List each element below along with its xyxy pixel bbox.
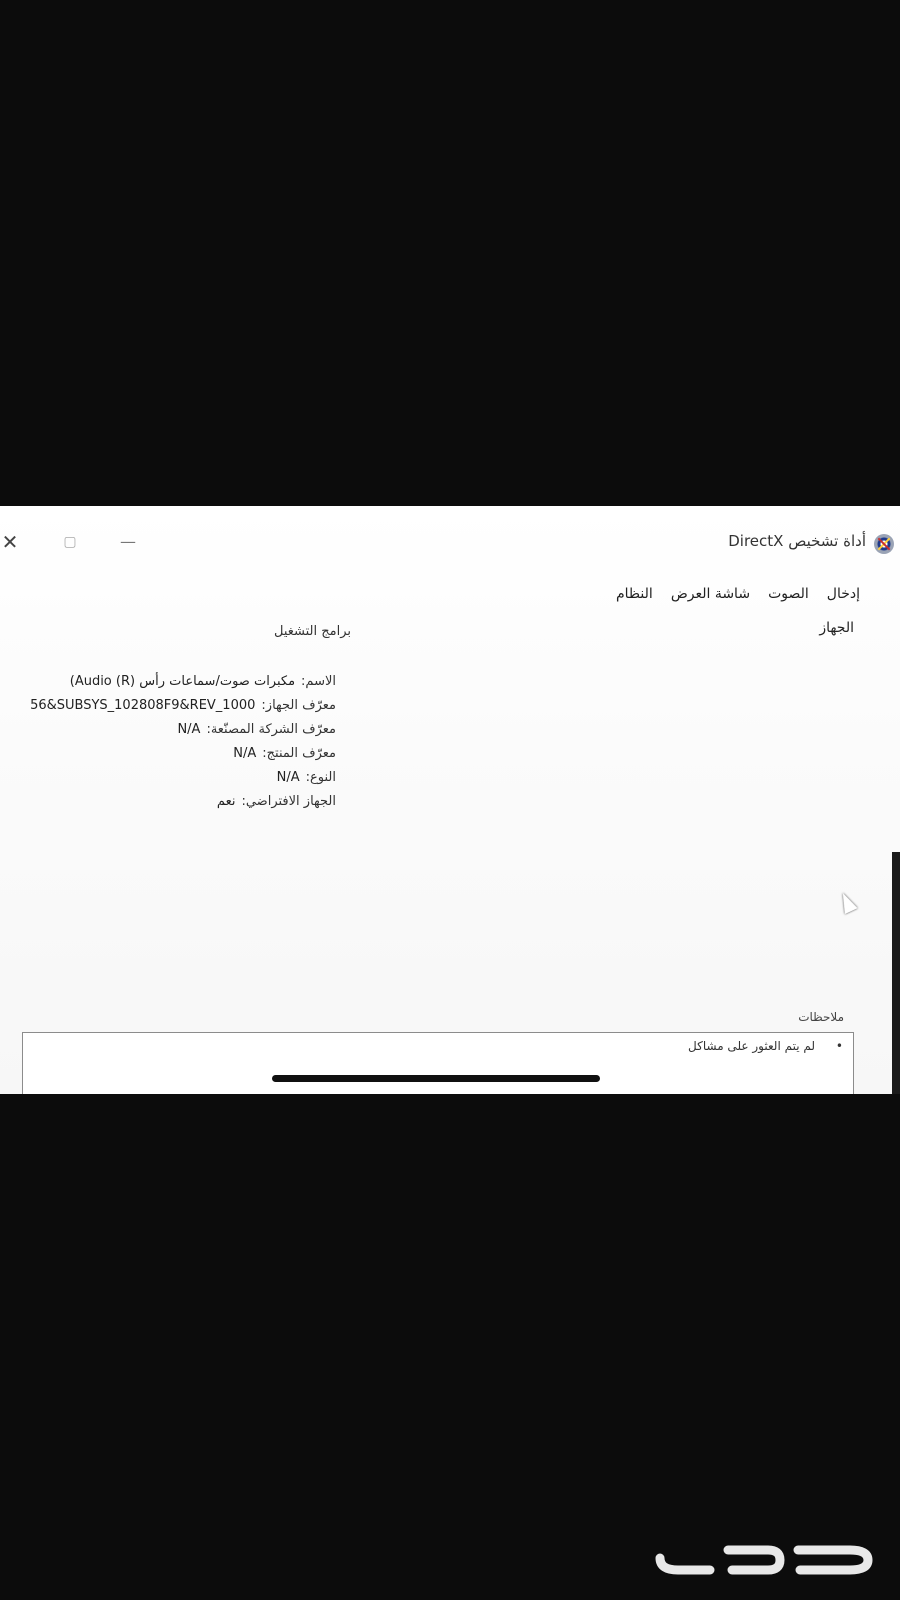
info-row-product-id: معرّف المنتج: N/A <box>0 746 336 770</box>
window-title: أداة تشخيص DirectX <box>728 532 866 550</box>
info-label: الجهاز الافتراضي: <box>241 794 336 809</box>
title-bar: أداة تشخيص DirectX ✕ ▢ — <box>0 528 900 568</box>
info-row-device-id: معرّف الجهاز: 56&SUBSYS_102808F9&REV_100… <box>0 698 336 722</box>
section-drivers-heading: برامج التشغيل <box>274 624 352 639</box>
tab-input[interactable]: إدخال <box>827 586 860 610</box>
info-value: مكبرات صوت/سماعات رأس (R) Audio) <box>69 674 296 689</box>
info-label: النوع: <box>305 770 336 785</box>
notes-label: ملاحظات <box>798 1010 844 1024</box>
directx-icon <box>874 534 894 554</box>
tab-strip: النظام شاشة العرض الصوت إدخال <box>616 586 860 610</box>
info-value: N/A <box>276 770 300 785</box>
haraj-watermark-logo <box>655 1545 873 1575</box>
screen-photo: أداة تشخيص DirectX ✕ ▢ — النظام شاشة الع… <box>0 506 900 1094</box>
info-row-name: الاسم: مكبرات صوت/سماعات رأس (R) Audio) <box>0 674 336 698</box>
minimize-icon[interactable]: — <box>116 530 140 554</box>
info-label: الاسم: <box>301 674 336 689</box>
tab-display[interactable]: شاشة العرض <box>671 586 750 610</box>
home-indicator[interactable] <box>272 1075 600 1082</box>
device-info-list: الاسم: مكبرات صوت/سماعات رأس (R) Audio) … <box>0 674 336 818</box>
info-value: 56&SUBSYS_102808F9&REV_1000 <box>30 698 256 713</box>
tab-sound[interactable]: الصوت <box>768 586 809 610</box>
notes-box[interactable]: لم يتم العثور على مشاكل <box>22 1032 854 1094</box>
tab-system[interactable]: النظام <box>616 586 653 610</box>
close-icon[interactable]: ✕ <box>0 530 22 554</box>
info-label: معرّف الجهاز: <box>261 698 336 713</box>
info-value: نعم <box>216 794 236 809</box>
cursor-icon <box>836 889 858 915</box>
info-row-default-device: الجهاز الافتراضي: نعم <box>0 794 336 818</box>
info-row-type: النوع: N/A <box>0 770 336 794</box>
info-label: معرّف المنتج: <box>262 746 336 761</box>
info-label: معرّف الشركة المصنّعة: <box>206 722 336 737</box>
info-value: N/A <box>233 746 257 761</box>
maximize-icon[interactable]: ▢ <box>58 530 82 554</box>
info-row-vendor-id: معرّف الشركة المصنّعة: N/A <box>0 722 336 746</box>
info-value: N/A <box>177 722 201 737</box>
section-device-heading: الجهاز <box>819 620 854 636</box>
notes-item: لم يتم العثور على مشاكل <box>688 1039 843 1053</box>
monitor-edge <box>892 852 900 1094</box>
